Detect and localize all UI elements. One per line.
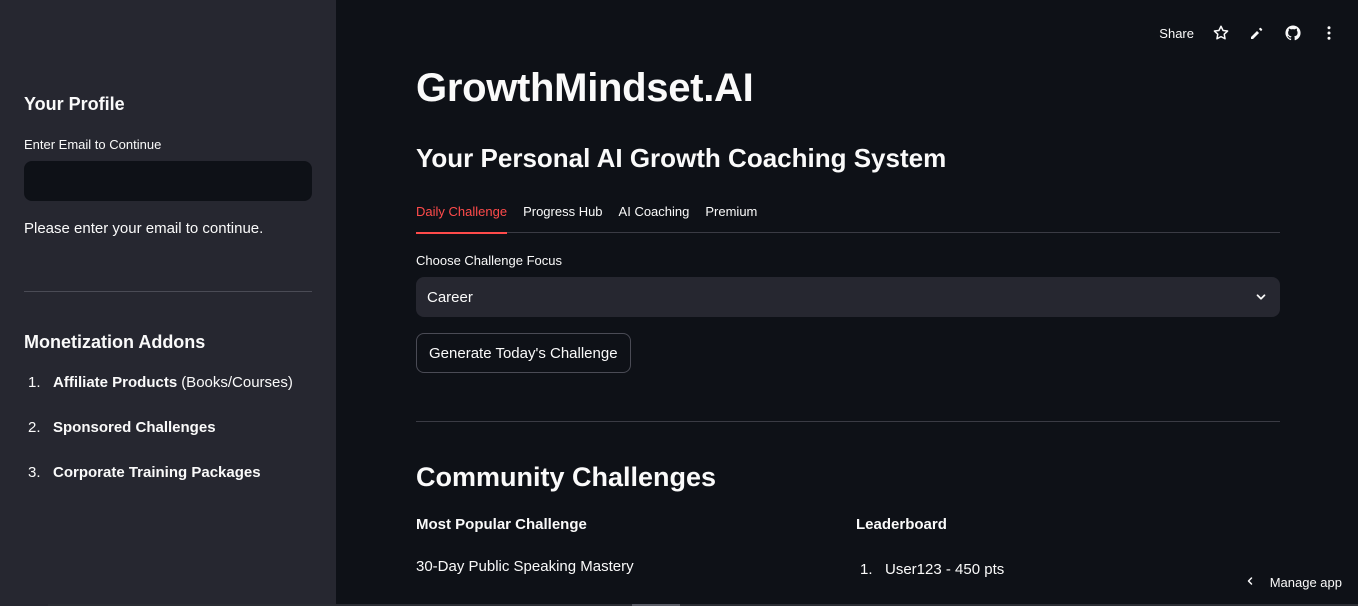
list-item: 1. User123 - 450 pts [856,561,1004,578]
leaderboard-entry: User123 - 450 pts [885,561,1005,578]
section-divider [416,421,1280,422]
manage-app-label: Manage app [1269,575,1342,590]
leaderboard-heading: Leaderboard [856,516,947,533]
manage-app-button[interactable]: Manage app [1244,575,1342,590]
tab-premium[interactable]: Premium [705,196,757,233]
list-number: 2. [28,419,41,436]
generate-challenge-button[interactable]: Generate Today's Challenge [416,333,631,373]
addon-name: Corporate Training Packages [53,464,261,481]
addon-name: Sponsored Challenges [53,419,216,436]
tab-progress-hub[interactable]: Progress Hub [523,196,602,233]
list-item: 2. Sponsored Challenges [24,419,293,464]
email-input[interactable] [24,161,312,201]
select-value: Career [427,288,473,306]
list-number: 3. [28,464,41,481]
tab-daily-challenge[interactable]: Daily Challenge [416,196,508,234]
addons-heading: Monetization Addons [24,332,206,352]
challenge-focus-label: Choose Challenge Focus [416,253,562,268]
page-title: GrowthMindset.AI [416,66,754,110]
addon-detail: (Books/Courses) [181,374,293,391]
email-label: Enter Email to Continue [24,137,162,152]
addons-list: 1. Affiliate Products (Books/Courses) 2.… [24,374,293,509]
list-item: 1. Affiliate Products (Books/Courses) [24,374,293,419]
community-heading: Community Challenges [416,462,717,492]
tab-bar: Daily Challenge Progress Hub AI Coaching… [416,196,1280,234]
profile-heading: Your Profile [24,94,125,114]
chevron-left-icon [1244,575,1256,590]
list-number: 1. [28,374,41,391]
chevron-down-icon [1254,290,1268,304]
email-info-text: Please enter your email to continue. [24,220,264,237]
page-subtitle: Your Personal AI Growth Coaching System [416,143,947,173]
leaderboard-list: 1. User123 - 450 pts [856,561,1004,578]
sidebar-divider [24,291,312,292]
more-vertical-icon[interactable] [1320,24,1338,42]
list-item: 3. Corporate Training Packages [24,464,293,509]
github-icon[interactable] [1284,24,1302,42]
list-number: 1. [860,561,873,578]
app-root: Your Profile Enter Email to Continue Ple… [0,0,1358,606]
challenge-focus-select[interactable]: Career [416,277,1280,317]
popular-challenge-value: 30-Day Public Speaking Mastery [416,558,634,575]
sidebar: Your Profile Enter Email to Continue Ple… [0,0,336,606]
tab-ai-coaching[interactable]: AI Coaching [619,196,690,233]
popular-challenge-heading: Most Popular Challenge [416,516,587,533]
addon-name: Affiliate Products [53,374,178,391]
main-content: GrowthMindset.AI Your Personal AI Growth… [416,0,1280,606]
